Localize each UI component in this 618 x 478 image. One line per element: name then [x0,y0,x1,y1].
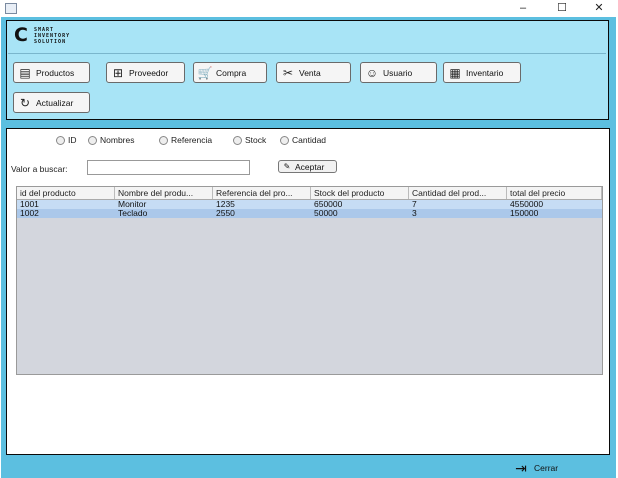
radio-icon [159,135,168,145]
table-cell: 4550000 [510,200,544,209]
venta-button[interactable]: ✂ Venta [276,62,351,83]
filter-label: Cantidad [292,135,327,145]
cerrar-button[interactable]: ⇥ Cerrar [512,461,558,475]
table-cell: 1235 [216,200,235,209]
maximize-button[interactable]: ☐ [547,0,577,17]
users-icon: ☺ [365,65,379,80]
table-cell: 3 [412,209,417,218]
column-header[interactable]: id del producto [17,187,115,199]
proveedor-button[interactable]: ⊞ Proveedor [106,62,185,83]
venta-label: Venta [299,67,321,78]
filter-label: Referencia [171,135,213,145]
filter-radio-nombres[interactable]: Nombres [88,135,134,145]
pencil-icon: ✎ [283,161,291,171]
radio-icon [280,135,289,145]
productos-button[interactable]: ▤ Productos [13,62,90,83]
actualizar-label: Actualizar [36,97,74,108]
panel-divider [8,53,606,54]
products-table[interactable]: id del producto Nombre del produ... Refe… [16,186,603,375]
filter-label: ID [68,135,77,145]
table-cell: Monitor [118,200,147,209]
search-input[interactable] [87,160,250,175]
table-cell: 2550 [216,209,235,218]
filter-radio-referencia[interactable]: Referencia [159,135,212,145]
table-cell: 1001 [20,200,39,209]
radio-icon [233,135,242,145]
proveedor-label: Proveedor [129,67,169,78]
usuario-label: Usuario [383,67,413,78]
filter-label: Stock [245,135,267,145]
table-row[interactable]: 1001 Monitor 1235 650000 7 4550000 [17,200,602,209]
table-cell: 7 [412,200,417,209]
compra-button[interactable]: 🛒 Compra [193,62,267,83]
compra-label: Compra [216,67,247,78]
column-header[interactable]: Nombre del produ... [115,187,213,199]
exit-icon: ⇥ [515,460,527,476]
box-icon: ▤ [19,65,31,80]
usuario-button[interactable]: ☺ Usuario [360,62,437,83]
refresh-icon: ↻ [19,95,31,110]
table-row[interactable]: 1002 Teclado 2550 50000 3 150000 [17,209,602,218]
filter-radio-cantidad[interactable]: Cantidad [280,135,326,145]
column-header[interactable]: total del precio [507,187,602,199]
table-cell: 650000 [314,200,343,209]
shopping-cart-icon: 🛒 [197,65,213,80]
search-label: Valor a buscar: [11,164,68,174]
column-header[interactable]: Referencia del pro... [213,187,311,199]
network-icon: ⊞ [112,65,124,80]
accept-button[interactable]: ✎ Aceptar [278,160,337,173]
logo-line: SOLUTION [34,39,67,45]
radio-icon [56,135,65,145]
table-cell: 150000 [510,209,539,218]
table-cell: Teclado [118,209,148,218]
filter-radio-stock[interactable]: Stock [233,135,266,145]
inventario-button[interactable]: ▦ Inventario [443,62,521,83]
table-header: id del producto Nombre del produ... Refe… [17,187,602,200]
table-cell: 50000 [314,209,338,218]
column-header[interactable]: Cantidad del prod... [409,187,507,199]
close-window-button[interactable]: ✕ [584,0,614,17]
title-bar: – ☐ ✕ [0,0,618,17]
column-header[interactable]: Stock del producto [311,187,409,199]
actualizar-button[interactable]: ↻ Actualizar [13,92,90,113]
filter-label: Nombres [100,135,135,145]
filter-radio-id[interactable]: ID [56,135,77,145]
radio-icon [88,135,97,145]
table-cell: 1002 [20,209,39,218]
tools-icon: ✂ [282,65,294,80]
minimize-button[interactable]: – [508,0,538,17]
inventory-icon: ▦ [449,65,461,80]
logo-mark-icon: C [14,24,28,46]
inventario-label: Inventario [466,67,504,78]
accept-label: Aceptar [295,161,325,172]
app-icon [5,3,17,14]
cerrar-label: Cerrar [534,463,559,473]
productos-label: Productos [36,67,75,78]
